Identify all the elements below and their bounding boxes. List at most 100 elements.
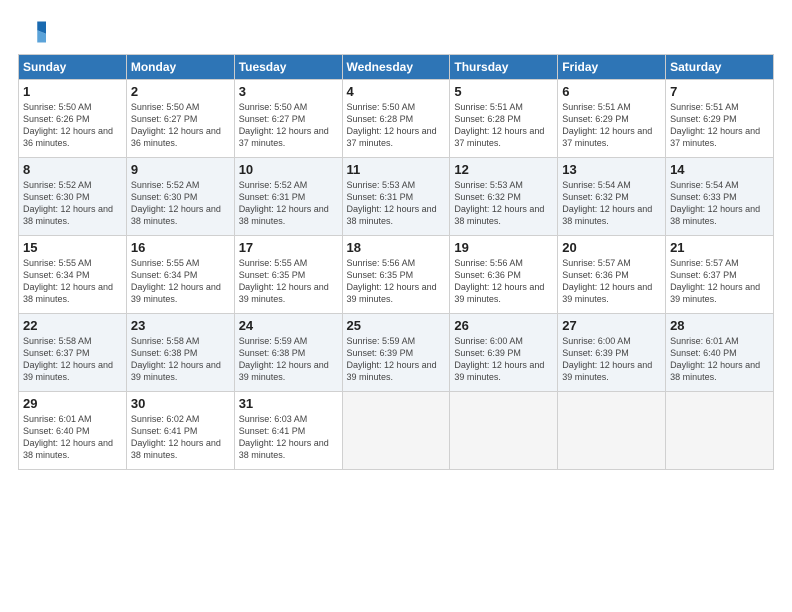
day-number: 23 bbox=[131, 318, 230, 333]
day-number: 4 bbox=[347, 84, 446, 99]
calendar-cell: 4 Sunrise: 5:50 AMSunset: 6:28 PMDaylight… bbox=[342, 80, 450, 158]
calendar-cell: 8 Sunrise: 5:52 AMSunset: 6:30 PMDaylight… bbox=[19, 158, 127, 236]
day-number: 31 bbox=[239, 396, 338, 411]
day-detail: Sunrise: 6:01 AMSunset: 6:40 PMDaylight:… bbox=[670, 335, 769, 384]
calendar-cell: 24 Sunrise: 5:59 AMSunset: 6:38 PMDayligh… bbox=[234, 314, 342, 392]
calendar-row: 8 Sunrise: 5:52 AMSunset: 6:30 PMDaylight… bbox=[19, 158, 774, 236]
day-number: 19 bbox=[454, 240, 553, 255]
day-detail: Sunrise: 5:53 AMSunset: 6:31 PMDaylight:… bbox=[347, 179, 446, 228]
calendar-cell: 16 Sunrise: 5:55 AMSunset: 6:34 PMDayligh… bbox=[126, 236, 234, 314]
day-number: 29 bbox=[23, 396, 122, 411]
calendar-row: 1 Sunrise: 5:50 AMSunset: 6:26 PMDaylight… bbox=[19, 80, 774, 158]
day-number: 16 bbox=[131, 240, 230, 255]
calendar-cell: 15 Sunrise: 5:55 AMSunset: 6:34 PMDayligh… bbox=[19, 236, 127, 314]
day-number: 6 bbox=[562, 84, 661, 99]
calendar-cell: 31 Sunrise: 6:03 AMSunset: 6:41 PMDayligh… bbox=[234, 392, 342, 470]
calendar-cell: 29Sunrise: 6:01 AMSunset: 6:40 PMDayligh… bbox=[19, 392, 127, 470]
calendar-cell: 14Sunrise: 5:54 AMSunset: 6:33 PMDayligh… bbox=[666, 158, 774, 236]
day-detail: Sunrise: 5:55 AMSunset: 6:34 PMDaylight:… bbox=[131, 257, 230, 306]
calendar-cell: 2 Sunrise: 5:50 AMSunset: 6:27 PMDaylight… bbox=[126, 80, 234, 158]
day-detail: Sunrise: 5:52 AMSunset: 6:30 PMDaylight:… bbox=[131, 179, 230, 228]
calendar-cell: 23 Sunrise: 5:58 AMSunset: 6:38 PMDayligh… bbox=[126, 314, 234, 392]
calendar-cell: 5 Sunrise: 5:51 AMSunset: 6:28 PMDaylight… bbox=[450, 80, 558, 158]
calendar-cell: 20 Sunrise: 5:57 AMSunset: 6:36 PMDayligh… bbox=[558, 236, 666, 314]
calendar-cell: 25 Sunrise: 5:59 AMSunset: 6:39 PMDayligh… bbox=[342, 314, 450, 392]
day-detail: Sunrise: 5:52 AMSunset: 6:30 PMDaylight:… bbox=[23, 179, 122, 228]
page-container: SundayMondayTuesdayWednesdayThursdayFrid… bbox=[0, 0, 792, 612]
calendar-cell: 17 Sunrise: 5:55 AMSunset: 6:35 PMDayligh… bbox=[234, 236, 342, 314]
day-detail: Sunrise: 5:56 AMSunset: 6:35 PMDaylight:… bbox=[347, 257, 446, 306]
weekday-header: Monday bbox=[126, 55, 234, 80]
day-detail: Sunrise: 5:57 AMSunset: 6:36 PMDaylight:… bbox=[562, 257, 661, 306]
day-number: 26 bbox=[454, 318, 553, 333]
day-number: 20 bbox=[562, 240, 661, 255]
weekday-header: Sunday bbox=[19, 55, 127, 80]
calendar-cell: 3 Sunrise: 5:50 AMSunset: 6:27 PMDaylight… bbox=[234, 80, 342, 158]
day-detail: Sunrise: 5:59 AMSunset: 6:38 PMDaylight:… bbox=[239, 335, 338, 384]
day-number: 10 bbox=[239, 162, 338, 177]
day-detail: Sunrise: 5:58 AMSunset: 6:38 PMDaylight:… bbox=[131, 335, 230, 384]
logo-icon bbox=[18, 18, 46, 46]
calendar-row: 15 Sunrise: 5:55 AMSunset: 6:34 PMDayligh… bbox=[19, 236, 774, 314]
day-number: 30 bbox=[131, 396, 230, 411]
day-detail: Sunrise: 5:51 AMSunset: 6:29 PMDaylight:… bbox=[562, 101, 661, 150]
calendar-cell bbox=[666, 392, 774, 470]
day-detail: Sunrise: 6:02 AMSunset: 6:41 PMDaylight:… bbox=[131, 413, 230, 462]
calendar-cell: 22 Sunrise: 5:58 AMSunset: 6:37 PMDayligh… bbox=[19, 314, 127, 392]
day-number: 17 bbox=[239, 240, 338, 255]
calendar-cell: 12Sunrise: 5:53 AMSunset: 6:32 PMDayligh… bbox=[450, 158, 558, 236]
day-detail: Sunrise: 5:55 AMSunset: 6:34 PMDaylight:… bbox=[23, 257, 122, 306]
day-detail: Sunrise: 6:00 AMSunset: 6:39 PMDaylight:… bbox=[562, 335, 661, 384]
day-detail: Sunrise: 5:59 AMSunset: 6:39 PMDaylight:… bbox=[347, 335, 446, 384]
day-detail: Sunrise: 5:53 AMSunset: 6:32 PMDaylight:… bbox=[454, 179, 553, 228]
day-number: 14 bbox=[670, 162, 769, 177]
day-detail: Sunrise: 5:50 AMSunset: 6:28 PMDaylight:… bbox=[347, 101, 446, 150]
day-number: 3 bbox=[239, 84, 338, 99]
calendar-cell: 7 Sunrise: 5:51 AMSunset: 6:29 PMDaylight… bbox=[666, 80, 774, 158]
weekday-header: Saturday bbox=[666, 55, 774, 80]
day-number: 22 bbox=[23, 318, 122, 333]
day-number: 28 bbox=[670, 318, 769, 333]
day-number: 2 bbox=[131, 84, 230, 99]
day-number: 21 bbox=[670, 240, 769, 255]
calendar-cell: 10 Sunrise: 5:52 AMSunset: 6:31 PMDayligh… bbox=[234, 158, 342, 236]
calendar-cell: 11 Sunrise: 5:53 AMSunset: 6:31 PMDayligh… bbox=[342, 158, 450, 236]
day-number: 27 bbox=[562, 318, 661, 333]
day-detail: Sunrise: 5:51 AMSunset: 6:29 PMDaylight:… bbox=[670, 101, 769, 150]
day-number: 1 bbox=[23, 84, 122, 99]
weekday-header: Wednesday bbox=[342, 55, 450, 80]
day-number: 9 bbox=[131, 162, 230, 177]
day-detail: Sunrise: 5:50 AMSunset: 6:27 PMDaylight:… bbox=[239, 101, 338, 150]
day-detail: Sunrise: 5:58 AMSunset: 6:37 PMDaylight:… bbox=[23, 335, 122, 384]
day-number: 8 bbox=[23, 162, 122, 177]
day-number: 7 bbox=[670, 84, 769, 99]
day-number: 5 bbox=[454, 84, 553, 99]
day-number: 13 bbox=[562, 162, 661, 177]
day-detail: Sunrise: 5:54 AMSunset: 6:32 PMDaylight:… bbox=[562, 179, 661, 228]
weekday-header: Tuesday bbox=[234, 55, 342, 80]
day-detail: Sunrise: 5:56 AMSunset: 6:36 PMDaylight:… bbox=[454, 257, 553, 306]
day-number: 18 bbox=[347, 240, 446, 255]
logo bbox=[18, 18, 50, 46]
day-detail: Sunrise: 5:52 AMSunset: 6:31 PMDaylight:… bbox=[239, 179, 338, 228]
calendar-cell: 18 Sunrise: 5:56 AMSunset: 6:35 PMDayligh… bbox=[342, 236, 450, 314]
day-detail: Sunrise: 6:00 AMSunset: 6:39 PMDaylight:… bbox=[454, 335, 553, 384]
day-number: 15 bbox=[23, 240, 122, 255]
calendar-header-row: SundayMondayTuesdayWednesdayThursdayFrid… bbox=[19, 55, 774, 80]
day-detail: Sunrise: 5:50 AMSunset: 6:27 PMDaylight:… bbox=[131, 101, 230, 150]
day-detail: Sunrise: 5:51 AMSunset: 6:28 PMDaylight:… bbox=[454, 101, 553, 150]
day-number: 25 bbox=[347, 318, 446, 333]
day-number: 24 bbox=[239, 318, 338, 333]
day-detail: Sunrise: 5:55 AMSunset: 6:35 PMDaylight:… bbox=[239, 257, 338, 306]
calendar-cell: 6 Sunrise: 5:51 AMSunset: 6:29 PMDaylight… bbox=[558, 80, 666, 158]
calendar-cell bbox=[450, 392, 558, 470]
day-number: 11 bbox=[347, 162, 446, 177]
calendar-cell: 30 Sunrise: 6:02 AMSunset: 6:41 PMDayligh… bbox=[126, 392, 234, 470]
header bbox=[18, 18, 774, 46]
calendar-row: 22 Sunrise: 5:58 AMSunset: 6:37 PMDayligh… bbox=[19, 314, 774, 392]
day-detail: Sunrise: 5:50 AMSunset: 6:26 PMDaylight:… bbox=[23, 101, 122, 150]
calendar-cell: 26 Sunrise: 6:00 AMSunset: 6:39 PMDayligh… bbox=[450, 314, 558, 392]
day-detail: Sunrise: 6:03 AMSunset: 6:41 PMDaylight:… bbox=[239, 413, 338, 462]
calendar-cell bbox=[342, 392, 450, 470]
calendar-cell: 13 Sunrise: 5:54 AMSunset: 6:32 PMDayligh… bbox=[558, 158, 666, 236]
